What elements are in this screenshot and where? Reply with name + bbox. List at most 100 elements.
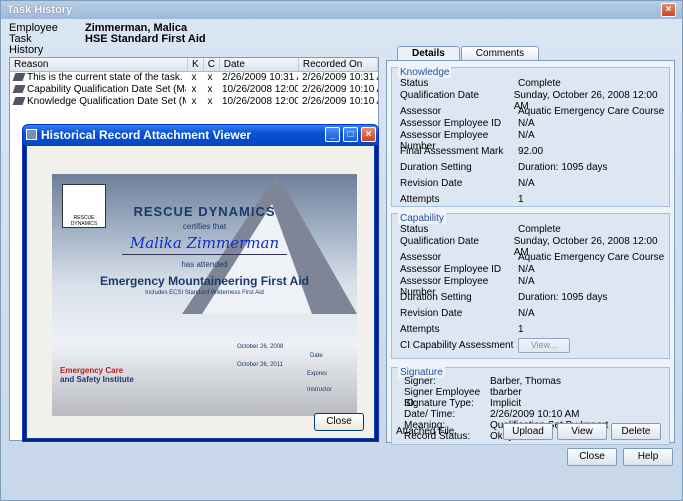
row-c: x — [207, 84, 213, 95]
sig-type: Implicit — [490, 398, 522, 409]
k-rev-label: Revision Date — [400, 178, 463, 189]
k-dur: Duration: 1095 days — [518, 162, 608, 173]
history-label: History — [9, 44, 44, 56]
k-mark-label: Final Assessment Mark — [400, 146, 504, 157]
cert-date-label: Date — [310, 353, 323, 359]
row-c: x — [207, 96, 213, 107]
c-dur-label: Duration Setting — [400, 292, 472, 303]
close-button[interactable]: Close — [567, 448, 617, 466]
k-aid-label: Assessor Employee ID — [400, 118, 502, 129]
cert-date1: October 26, 2008 — [237, 344, 284, 350]
certificate-image: RESCUE DYNAMICS RESCUE DYNAMICS certifie… — [52, 174, 357, 416]
viewer-close-x-button[interactable]: × — [361, 127, 376, 142]
row-c: x — [207, 72, 213, 83]
sig-signer: Barber, Thomas — [490, 376, 561, 387]
capability-title: Capability — [398, 213, 446, 224]
row-recorded: 2/26/2009 10:10 AM — [302, 96, 378, 107]
task-info: Employee Zimmerman, Malica Task HSE Standa… — [9, 23, 206, 56]
tab-details[interactable]: Details — [397, 46, 460, 61]
capability-section: Capability Status Complete Qualification … — [391, 213, 670, 359]
sig-dt-label: Date/ Time: — [404, 409, 456, 420]
row-reason: Knowledge Qualification Date Set (Manual… — [27, 96, 186, 107]
cert-instructor-label: Instructor — [307, 387, 333, 393]
grid-header: Reason K C Date Recorded On — [10, 58, 378, 72]
pencil-icon — [12, 73, 26, 82]
upload-button[interactable]: Upload — [503, 423, 553, 440]
cert-name: Malika Zimmerman — [129, 234, 280, 252]
image-icon — [26, 129, 37, 140]
c-assessor-label: Assessor — [400, 252, 442, 263]
k-mark: 92.00 — [518, 146, 544, 157]
row-date: 10/26/2008 12:00 AM — [222, 84, 298, 95]
ecsi-line1: Emergency Care — [60, 366, 124, 375]
k-assessor-label: Assessor — [400, 106, 442, 117]
attached-file-label: Attached File — [396, 426, 455, 437]
details-panel: Knowledge Status Complete Qualification D… — [386, 60, 675, 445]
table-row[interactable]: Capability Qualification Date Set (Manua… — [10, 84, 378, 96]
k-aid: N/A — [518, 118, 535, 129]
sig-type-label: Signature Type: — [404, 398, 474, 409]
sig-signer-label: Signer: — [404, 376, 436, 387]
task-value: HSE Standard First Aid — [85, 33, 206, 45]
view-button[interactable]: View — [557, 423, 607, 440]
viewer-title-text: Historical Record Attachment Viewer — [41, 128, 252, 142]
knowledge-title: Knowledge — [398, 67, 452, 78]
row-k: x — [191, 96, 197, 107]
pencil-icon — [12, 85, 26, 94]
viewer-title: Historical Record Attachment Viewer _ □ … — [23, 125, 378, 145]
row-k: x — [191, 72, 197, 83]
ecsi-logo: Emergency Care and Safety Institute — [60, 366, 134, 384]
col-k[interactable]: K — [188, 58, 204, 71]
cert-course: Emergency Mountaineering First Aid — [100, 274, 309, 288]
cert-certifies: certifies that — [182, 222, 227, 231]
c-aid: N/A — [518, 264, 535, 275]
snow-graphic — [202, 204, 312, 314]
k-status-label: Status — [400, 78, 429, 89]
col-c[interactable]: C — [204, 58, 220, 71]
row-recorded: 2/26/2009 10:10 AM — [302, 84, 378, 95]
attachment-viewer-window: Historical Record Attachment Viewer _ □ … — [22, 124, 379, 442]
c-rev: N/A — [518, 308, 535, 319]
knowledge-section: Knowledge Status Complete Qualification D… — [391, 67, 670, 207]
window-close-button[interactable]: × — [661, 3, 676, 17]
c-att-label: Attempts — [400, 324, 440, 335]
table-row[interactable]: Knowledge Qualification Date Set (Manual… — [10, 96, 378, 108]
maximize-button[interactable]: □ — [343, 127, 358, 142]
c-rev-label: Revision Date — [400, 308, 463, 319]
cert-includes: Includes ECSI Standard Wilderness First … — [145, 290, 264, 296]
table-row[interactable]: This is the current state of the task. x… — [10, 72, 378, 84]
pencil-icon — [12, 97, 26, 106]
minimize-button[interactable]: _ — [325, 127, 340, 142]
k-status: Complete — [518, 78, 561, 89]
cert-org: RESCUE DYNAMICS — [133, 204, 276, 219]
tab-comments[interactable]: Comments — [460, 46, 540, 61]
c-assessor: Aquatic Emergency Care Course — [518, 252, 665, 263]
col-date[interactable]: Date — [220, 58, 299, 71]
c-ci-label: CI Capability Assessment — [400, 340, 514, 351]
row-reason: Capability Qualification Date Set (Manua… — [27, 84, 186, 95]
task-history-window: Task History × Employee Zimmerman, Malica… — [0, 0, 683, 501]
cert-underline — [122, 254, 287, 255]
row-k: x — [191, 84, 197, 95]
cert-expires-label: Expires — [307, 371, 328, 377]
sig-dt: 2/26/2009 10:10 AM — [490, 409, 580, 420]
row-recorded: 2/26/2009 10:31 AM — [302, 72, 378, 83]
delete-button[interactable]: Delete — [611, 423, 661, 440]
col-reason[interactable]: Reason — [10, 58, 188, 71]
ci-view-button[interactable]: View... — [518, 338, 570, 353]
k-att: 1 — [518, 194, 524, 205]
col-recorded-on[interactable]: Recorded On — [299, 58, 378, 71]
c-aid-label: Assessor Employee ID — [400, 264, 502, 275]
window-title: Task History — [1, 1, 682, 19]
k-assessor: Aquatic Emergency Care Course — [518, 106, 665, 117]
detail-tabs: Details Comments — [397, 46, 540, 61]
k-dur-label: Duration Setting — [400, 162, 472, 173]
viewer-body: RESCUE DYNAMICS RESCUE DYNAMICS certifie… — [26, 145, 375, 439]
viewer-close-button[interactable]: Close — [314, 413, 364, 431]
row-reason: This is the current state of the task. — [27, 72, 183, 83]
c-status: Complete — [518, 224, 561, 235]
c-dur: Duration: 1095 days — [518, 292, 608, 303]
help-button[interactable]: Help — [623, 448, 673, 466]
cert-attended: has attended — [181, 260, 228, 269]
ecsi-line2: and Safety Institute — [60, 375, 134, 384]
